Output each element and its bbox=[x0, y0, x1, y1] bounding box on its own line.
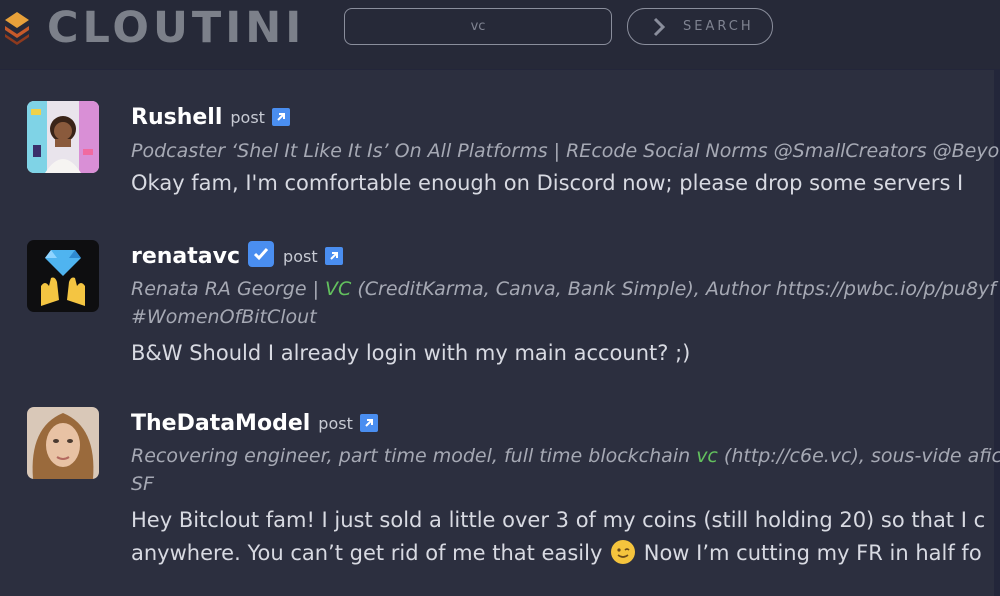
avatar[interactable] bbox=[27, 240, 99, 312]
app-logo-text[interactable]: CLOUTINI bbox=[47, 2, 305, 54]
search-match-highlight: VC bbox=[325, 278, 352, 300]
avatar[interactable] bbox=[27, 407, 99, 479]
bio-text: (http://c6e.vc), sous-vide afic bbox=[717, 445, 1000, 467]
post-body[interactable]: Okay fam, I'm comfortable enough on Disc… bbox=[131, 167, 1000, 200]
search-input[interactable] bbox=[344, 8, 612, 45]
search-button[interactable]: SEARCH bbox=[627, 8, 773, 45]
bio-text: Renata RA George | bbox=[131, 278, 326, 300]
profile-bio: Podcaster ‘Shel It Like It Is’ On All Pl… bbox=[131, 140, 1000, 162]
post-body[interactable]: Hey Bitclout fam! I just sold a little o… bbox=[131, 504, 1000, 537]
username-link[interactable]: Rushell bbox=[131, 105, 222, 130]
bio-text: (CreditKarma, Canva, Bank Simple), Autho… bbox=[351, 278, 996, 300]
avatar-image bbox=[27, 101, 99, 173]
search-button-label: SEARCH bbox=[683, 19, 754, 34]
post-header: TheDataModel post bbox=[131, 408, 1000, 438]
profile-bio-line: #WomenOfBitClout bbox=[131, 306, 317, 328]
post-link[interactable]: post bbox=[318, 414, 353, 433]
post-link[interactable]: post bbox=[283, 247, 318, 266]
post-header: Rushell post bbox=[131, 102, 1000, 132]
avatar-image bbox=[27, 240, 99, 312]
post-body-text: Now I’m cutting my FR in half fo bbox=[637, 541, 982, 565]
post-body-text: anywhere. You can’t get rid of me that e… bbox=[131, 541, 610, 565]
username-link[interactable]: TheDataModel bbox=[131, 411, 310, 436]
profile-bio: Renata RA George | VC (CreditKarma, Canv… bbox=[131, 275, 1000, 303]
post-header: renatavc post bbox=[131, 241, 1000, 271]
post-link[interactable]: post bbox=[230, 108, 265, 127]
post-body-line[interactable]: anywhere. You can’t get rid of me that e… bbox=[131, 537, 1000, 570]
verified-check-icon bbox=[248, 241, 275, 267]
logo-icon[interactable] bbox=[4, 10, 30, 46]
search-match-highlight: vc bbox=[696, 445, 718, 467]
post-body[interactable]: B&W Should I already login with my main … bbox=[131, 337, 1000, 370]
external-link-icon[interactable] bbox=[271, 108, 290, 126]
avatar[interactable] bbox=[27, 101, 99, 173]
avatar-image bbox=[27, 407, 99, 479]
winking-face-icon bbox=[611, 540, 636, 564]
chevron-right-icon bbox=[653, 17, 666, 36]
username-link[interactable]: renatavc bbox=[131, 244, 240, 269]
top-bar: CLOUTINI SEARCH bbox=[0, 0, 1000, 70]
bio-text: Recovering engineer, part time model, fu… bbox=[131, 445, 697, 467]
external-link-icon[interactable] bbox=[359, 414, 378, 432]
profile-bio-line: SF bbox=[131, 473, 154, 495]
external-link-icon[interactable] bbox=[324, 247, 343, 265]
profile-bio: Recovering engineer, part time model, fu… bbox=[131, 442, 1000, 470]
